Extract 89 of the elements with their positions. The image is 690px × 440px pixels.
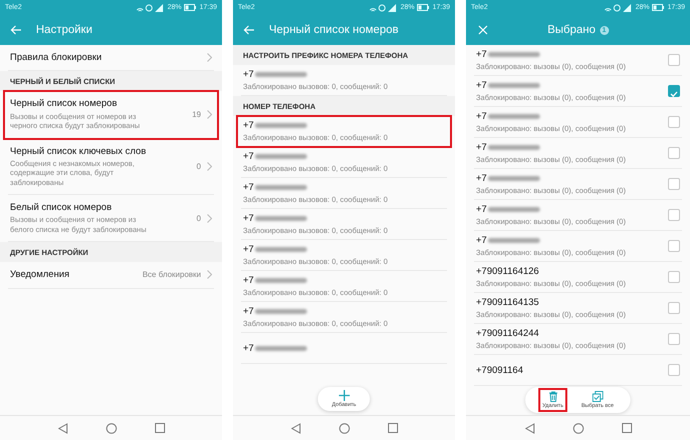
checkbox[interactable] bbox=[668, 333, 680, 345]
recents-icon[interactable] bbox=[388, 423, 398, 433]
item-value: 19 bbox=[192, 110, 201, 119]
battery-icon bbox=[184, 4, 196, 11]
phone-number: +79091164126 bbox=[476, 266, 539, 278]
blurred-digits bbox=[488, 83, 540, 88]
item-title: Правила блокировки bbox=[10, 52, 103, 64]
checkbox[interactable] bbox=[668, 54, 680, 66]
blurred-digits bbox=[488, 114, 540, 120]
phone-number: +79091164135 bbox=[476, 297, 539, 308]
battery-icon bbox=[417, 4, 430, 11]
checkbox[interactable] bbox=[668, 302, 680, 314]
blurred-digits bbox=[488, 145, 540, 150]
phone-number: +7 bbox=[476, 142, 487, 154]
phone-number: +7 bbox=[476, 235, 487, 246]
back-arrow-icon[interactable] bbox=[10, 25, 22, 35]
checkbox[interactable] bbox=[668, 240, 680, 252]
blurred-digits bbox=[488, 52, 540, 58]
blurred-digits bbox=[254, 309, 307, 314]
back-icon[interactable] bbox=[290, 422, 300, 434]
screen-title: Черный список номеров bbox=[269, 24, 399, 36]
phone-number: +7 bbox=[243, 275, 254, 286]
phone-number: +7 bbox=[243, 213, 254, 224]
phone-number: +7 bbox=[243, 342, 254, 354]
screen-title: Настройки bbox=[36, 24, 92, 36]
status-icons bbox=[369, 4, 398, 12]
phone-number: +7 bbox=[243, 120, 254, 132]
chevron-icon bbox=[207, 53, 212, 62]
settings-item[interactable]: Уведомления Все блокировки bbox=[8, 262, 214, 289]
checkbox[interactable] bbox=[668, 116, 680, 128]
phone-number: +7 bbox=[476, 111, 487, 122]
phone-number: +7 bbox=[243, 151, 254, 162]
home-icon[interactable] bbox=[338, 422, 350, 434]
close-icon[interactable] bbox=[478, 25, 488, 35]
check-icon bbox=[669, 89, 679, 99]
back-icon[interactable] bbox=[524, 422, 534, 434]
phone-number: +7 bbox=[476, 80, 487, 92]
trash-icon bbox=[548, 391, 558, 402]
blurred-digits bbox=[254, 216, 307, 222]
item-title: Уведомления bbox=[10, 269, 70, 281]
blurred-digits bbox=[488, 176, 540, 182]
checkbox[interactable] bbox=[668, 147, 680, 159]
blurred-digits bbox=[254, 278, 307, 284]
screen-title: Выбрано bbox=[547, 24, 596, 36]
phone-number: +7 bbox=[476, 173, 487, 184]
checkbox[interactable] bbox=[668, 271, 680, 283]
blurred-digits bbox=[254, 123, 307, 128]
checkbox[interactable] bbox=[668, 178, 680, 190]
phone-number: +7 bbox=[476, 204, 487, 216]
select-all-icon bbox=[592, 391, 603, 402]
phone-number: +7 bbox=[243, 69, 254, 80]
blurred-digits bbox=[254, 346, 307, 350]
status-icons bbox=[604, 4, 632, 12]
item-title: Белый список номеров bbox=[10, 202, 113, 214]
item-value: 0 bbox=[196, 214, 201, 223]
blurred-digits bbox=[254, 154, 307, 160]
back-arrow-icon[interactable] bbox=[243, 25, 255, 35]
recents-icon[interactable] bbox=[622, 423, 632, 433]
phone-number: +7 bbox=[476, 49, 487, 60]
item-value: 0 bbox=[196, 162, 201, 171]
chevron-icon bbox=[207, 270, 212, 280]
number-item[interactable]: +7 bbox=[241, 333, 447, 364]
checkbox[interactable] bbox=[668, 85, 680, 97]
checkbox[interactable] bbox=[668, 209, 680, 221]
item-title: Черный список номеров bbox=[10, 98, 118, 110]
battery-icon bbox=[652, 4, 664, 11]
phone-number: +7 bbox=[243, 306, 254, 318]
blurred-digits bbox=[254, 247, 307, 252]
blurred-digits bbox=[254, 72, 307, 78]
number-item[interactable]: +79091164 bbox=[474, 355, 682, 386]
home-icon[interactable] bbox=[106, 422, 116, 434]
phone-number: +79091164 bbox=[476, 364, 524, 376]
phone-number: +79091164244 bbox=[476, 328, 539, 340]
plus-icon bbox=[338, 390, 350, 401]
chevron-icon bbox=[207, 110, 212, 119]
recents-icon[interactable] bbox=[154, 423, 164, 433]
back-icon[interactable] bbox=[58, 422, 68, 434]
blurred-digits bbox=[488, 238, 540, 244]
checkbox[interactable] bbox=[668, 364, 680, 376]
blurred-digits bbox=[488, 207, 540, 212]
chevron-icon bbox=[207, 162, 212, 171]
chevron-icon bbox=[207, 214, 212, 223]
phone-number: +7 bbox=[243, 244, 254, 256]
item-value: Все блокировки bbox=[142, 270, 201, 280]
status-icons bbox=[136, 4, 164, 12]
blurred-digits bbox=[254, 185, 307, 190]
item-title: Черный список ключевых слов bbox=[10, 146, 148, 157]
home-icon[interactable] bbox=[572, 422, 584, 434]
phone-number: +7 bbox=[243, 182, 254, 194]
